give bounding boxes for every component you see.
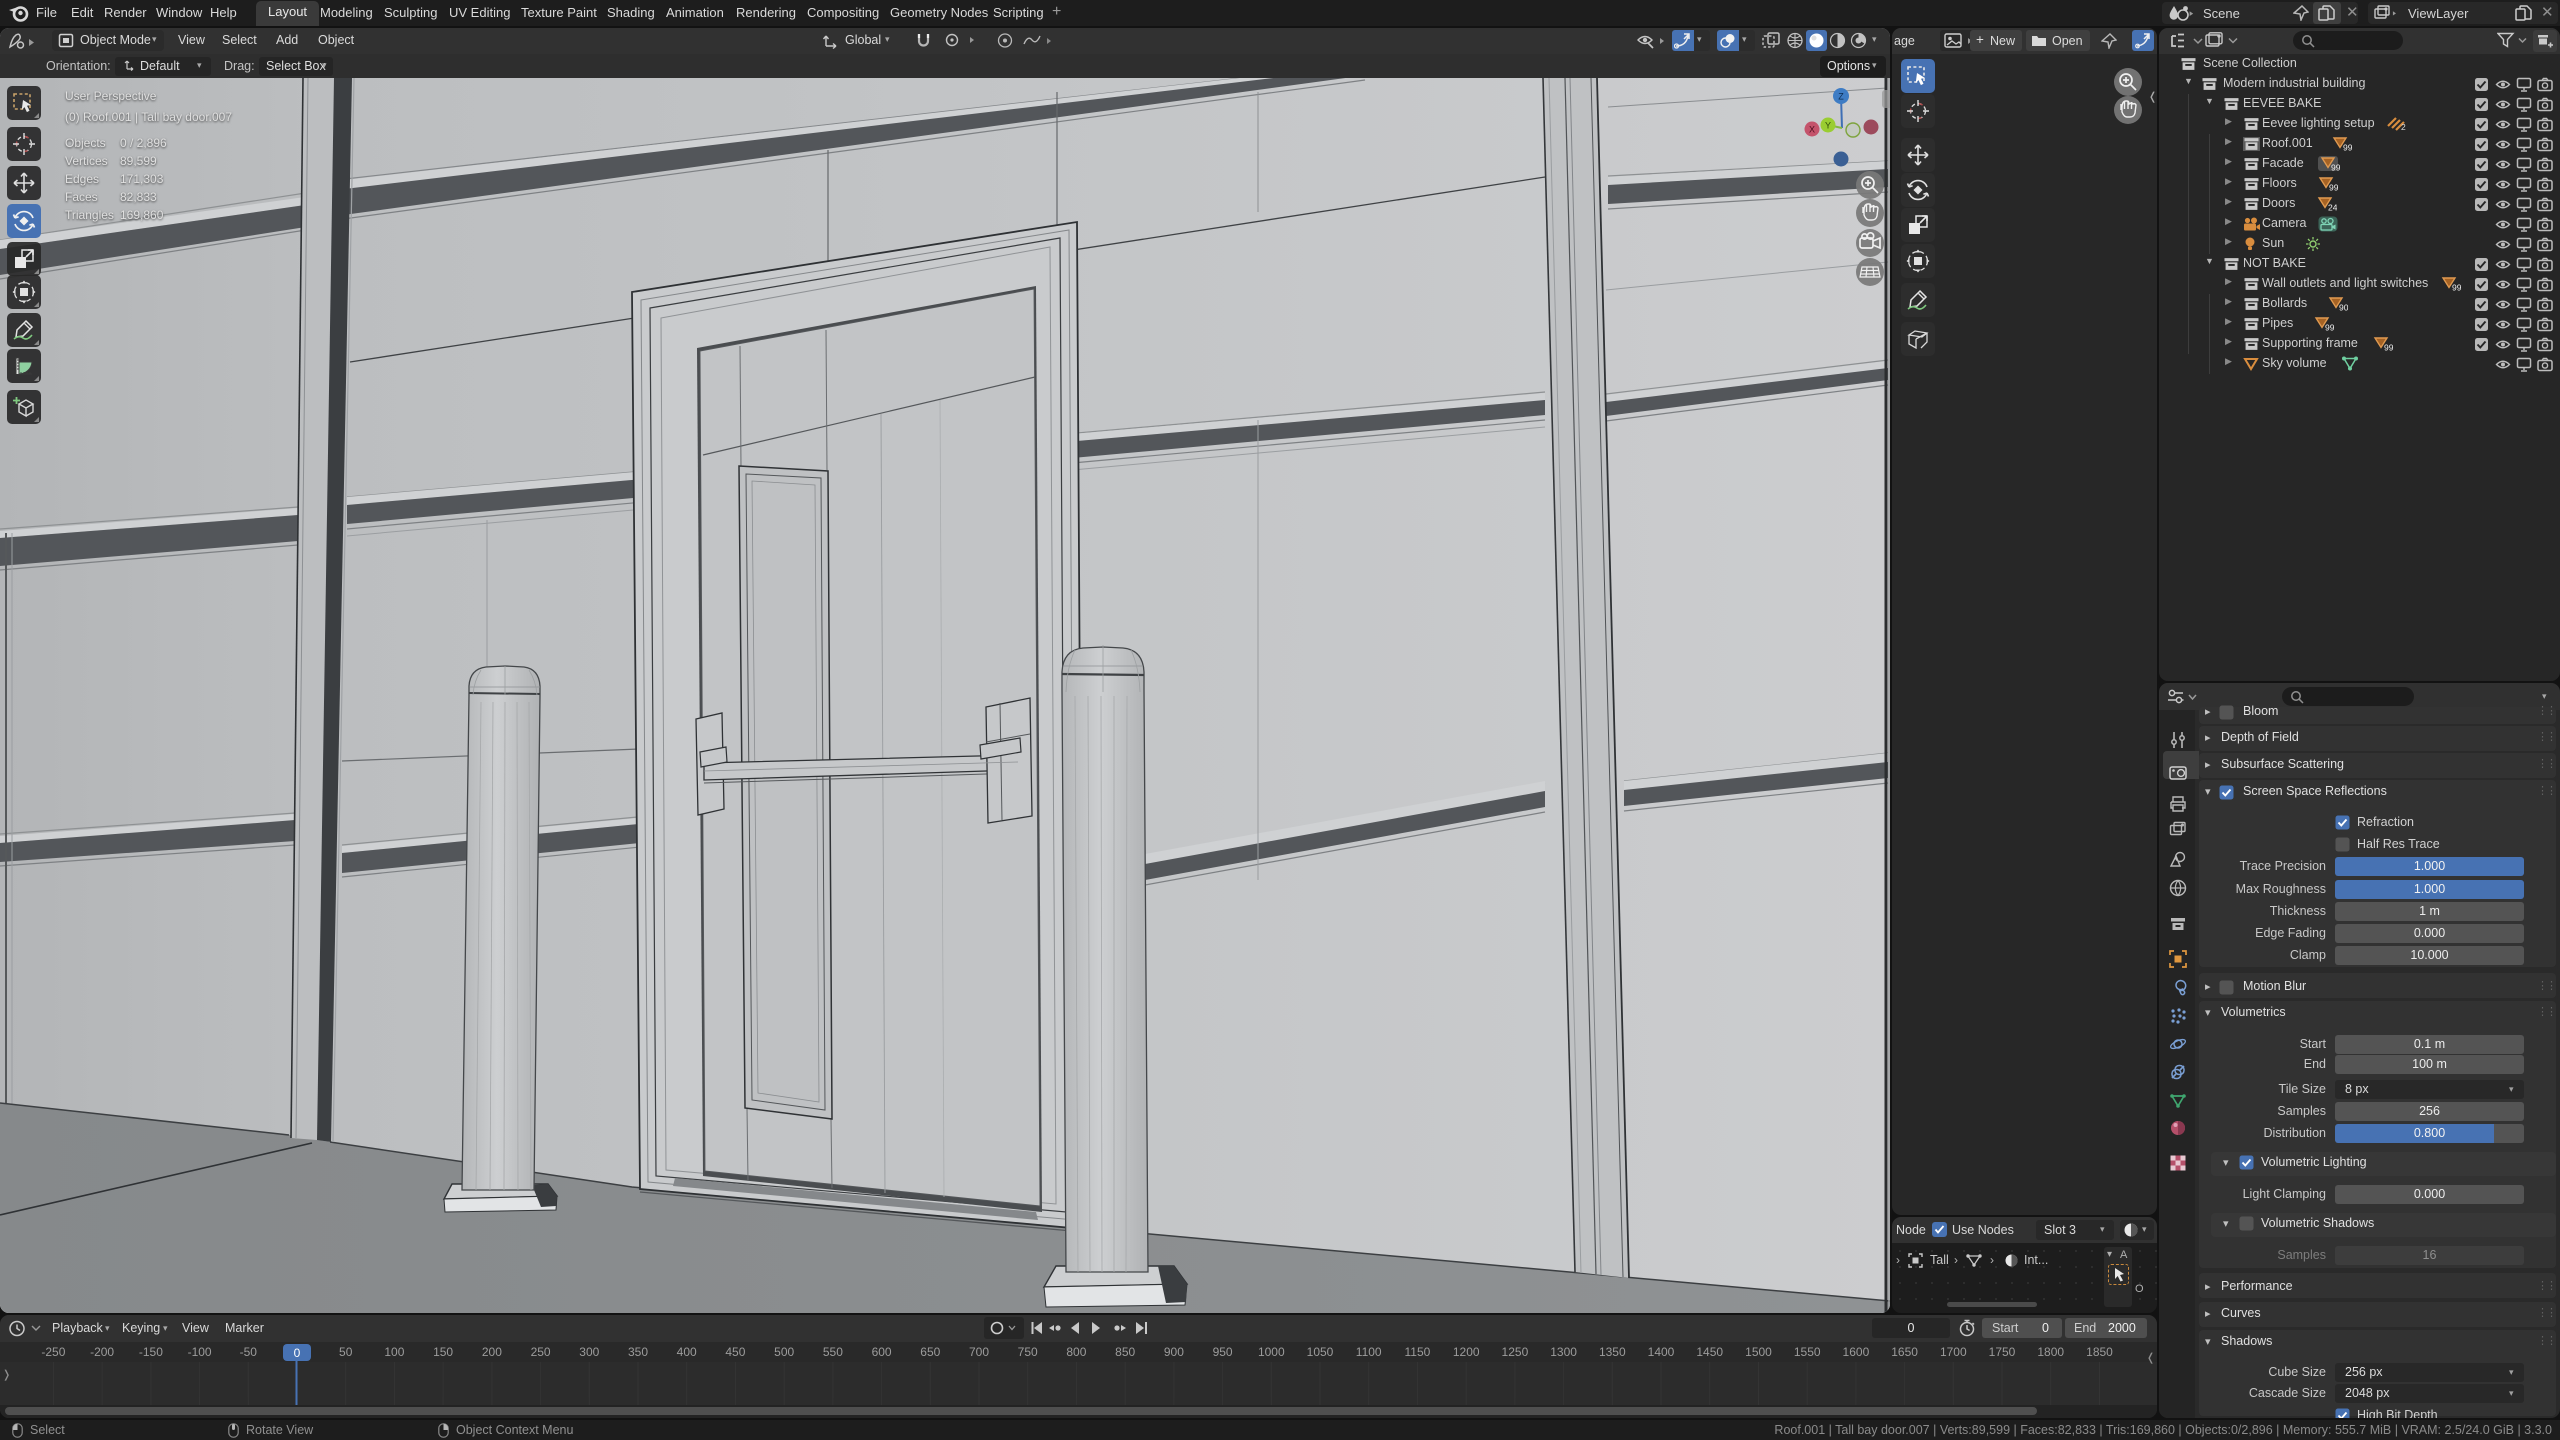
svg-text:99: 99 [2343, 143, 2352, 153]
svg-text:300: 300 [579, 1345, 599, 1359]
svg-text:1850: 1850 [2086, 1345, 2113, 1359]
svg-text:850: 850 [1115, 1345, 1135, 1359]
svg-text:700: 700 [969, 1345, 989, 1359]
svg-text:0: 0 [294, 1346, 301, 1360]
svg-text:100: 100 [384, 1345, 404, 1359]
svg-text:99: 99 [2452, 283, 2461, 293]
svg-text:-50: -50 [240, 1345, 258, 1359]
svg-text:1250: 1250 [1502, 1345, 1529, 1359]
svg-text:1450: 1450 [1696, 1345, 1723, 1359]
svg-text:2: 2 [2401, 122, 2406, 131]
svg-text:50: 50 [339, 1345, 353, 1359]
svg-text:-250: -250 [41, 1345, 65, 1359]
svg-text:1750: 1750 [1989, 1345, 2016, 1359]
svg-text:1500: 1500 [1745, 1345, 1772, 1359]
svg-text:750: 750 [1018, 1345, 1038, 1359]
svg-text:450: 450 [725, 1345, 745, 1359]
svg-text:1150: 1150 [1404, 1345, 1430, 1359]
svg-text:90: 90 [2339, 303, 2348, 313]
svg-text:99: 99 [2329, 183, 2338, 193]
svg-text:800: 800 [1066, 1345, 1086, 1359]
svg-text:-200: -200 [90, 1345, 114, 1359]
svg-text:900: 900 [1164, 1345, 1184, 1359]
svg-text:1400: 1400 [1648, 1345, 1675, 1359]
svg-text:600: 600 [872, 1345, 892, 1359]
svg-text:500: 500 [774, 1345, 794, 1359]
svg-text:400: 400 [677, 1345, 697, 1359]
svg-text:X: X [1809, 125, 1815, 135]
svg-text:650: 650 [920, 1345, 940, 1359]
svg-text:200: 200 [482, 1345, 502, 1359]
svg-text:350: 350 [628, 1345, 648, 1359]
svg-text:1100: 1100 [1356, 1345, 1382, 1359]
svg-text:Z: Z [1838, 92, 1844, 102]
svg-text:1700: 1700 [1940, 1345, 1967, 1359]
svg-text:950: 950 [1213, 1345, 1233, 1359]
svg-text:99: 99 [2325, 323, 2334, 333]
svg-text:99: 99 [2331, 163, 2340, 173]
svg-text:1050: 1050 [1307, 1345, 1334, 1359]
svg-text:24: 24 [2328, 203, 2337, 213]
svg-text:99: 99 [2384, 343, 2393, 353]
svg-text:1200: 1200 [1453, 1345, 1480, 1359]
svg-text:1600: 1600 [1843, 1345, 1870, 1359]
svg-text:1300: 1300 [1550, 1345, 1577, 1359]
svg-text:1650: 1650 [1891, 1345, 1918, 1359]
svg-text:-100: -100 [188, 1345, 212, 1359]
svg-text:1550: 1550 [1794, 1345, 1821, 1359]
svg-text:250: 250 [531, 1345, 551, 1359]
svg-text:150: 150 [433, 1345, 453, 1359]
svg-text:550: 550 [823, 1345, 843, 1359]
svg-text:Y: Y [1825, 121, 1831, 131]
svg-text:1000: 1000 [1258, 1345, 1285, 1359]
svg-text:-150: -150 [139, 1345, 163, 1359]
svg-text:1350: 1350 [1599, 1345, 1626, 1359]
svg-text:1800: 1800 [2037, 1345, 2064, 1359]
